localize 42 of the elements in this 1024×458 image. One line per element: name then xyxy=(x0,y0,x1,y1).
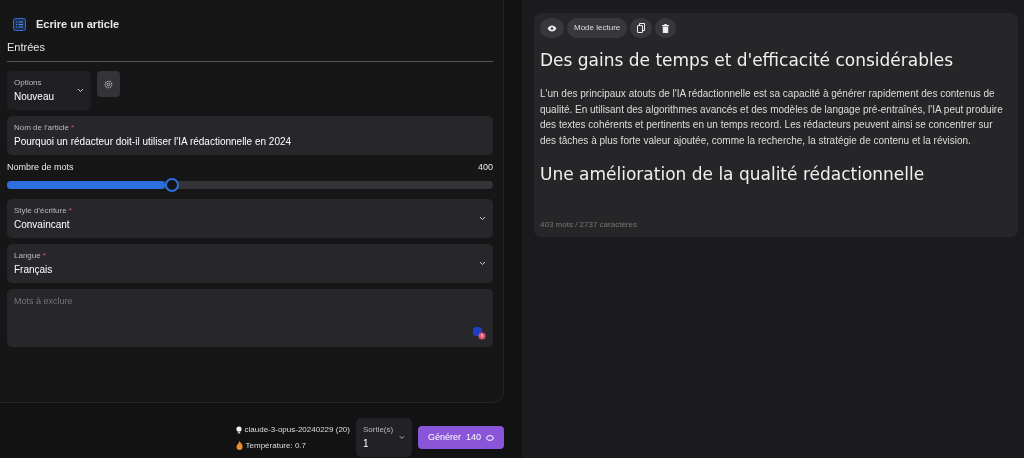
output-select[interactable]: Sortie(s) 1 xyxy=(355,418,412,457)
lightbulb-icon xyxy=(235,425,242,434)
flame-icon xyxy=(235,440,243,450)
chevron-icon xyxy=(479,215,486,221)
article-heading: Des gains de temps et d'efficacité considérables xyxy=(540,50,954,71)
eye-icon xyxy=(547,24,557,32)
chevron-icon xyxy=(479,260,486,266)
article-name-field[interactable]: Nom de l'article * Pourquoi un rédacteur doit-il utiliser l'IA rédactionnelle en 2024 xyxy=(7,116,493,155)
coin-icon xyxy=(486,434,494,441)
delete-button[interactable] xyxy=(655,18,677,38)
list-icon xyxy=(13,17,26,31)
chevron-icon xyxy=(77,88,84,93)
settings-button[interactable] xyxy=(97,71,120,97)
status-icon xyxy=(473,326,486,340)
field-label: Nom de l'article xyxy=(14,122,69,134)
page-title: Ecrire un article xyxy=(36,17,120,32)
required-mark: * xyxy=(68,204,72,217)
article-paragraph: L'un des principaux atouts de l'IA rédactionnelle est sa capacité à générer rapidement des contenus de qualité. En utilisant des algorithmes avancés et des modèles de langage pré-entraînés, l'IA peut produire des textes cohérents et pertinents en un temps record. Les rédacteurs peuvent ainsi se concentrer sur des tâches à plus forte valeur ajoutée, comme la recherche, la stratégie de contenu et la révision. xyxy=(540,87,1004,148)
word-count-stats: 403 mots / 2737 caractères xyxy=(540,219,638,231)
model-name: claude-3-opus-20240229 (20) xyxy=(244,424,350,437)
slider-label: Nombre de mots xyxy=(7,161,74,174)
required-mark: * xyxy=(70,122,74,134)
section-title: Entrées xyxy=(7,39,46,55)
generate-button[interactable]: Générer 140 xyxy=(417,426,504,449)
copy-button[interactable] xyxy=(630,18,653,38)
temperature-label: Température: 0.7 xyxy=(245,439,306,452)
slider-value: 400 xyxy=(477,161,493,174)
options-select[interactable]: Options Nouveau xyxy=(7,71,91,110)
field-label: Langue xyxy=(14,249,41,262)
copy-icon xyxy=(637,23,646,33)
trash-icon xyxy=(662,23,670,33)
reading-mode-button[interactable]: Mode lecture xyxy=(567,18,628,38)
preview-button[interactable] xyxy=(540,18,564,38)
field-label: Style d'écriture xyxy=(14,204,67,217)
slider-thumb[interactable] xyxy=(165,177,180,192)
gear-icon xyxy=(103,78,114,90)
chevron-icon xyxy=(399,435,405,440)
required-mark: * xyxy=(42,249,46,262)
exclude-field[interactable]: Mots à exclure xyxy=(7,288,493,347)
dropdown-select[interactable]: Style d'écriture * Convaincant xyxy=(7,198,493,238)
article-heading: Une amélioration de la qualité rédactionnelle xyxy=(540,164,926,185)
dropdown-select[interactable]: Langue * Français xyxy=(7,243,493,283)
